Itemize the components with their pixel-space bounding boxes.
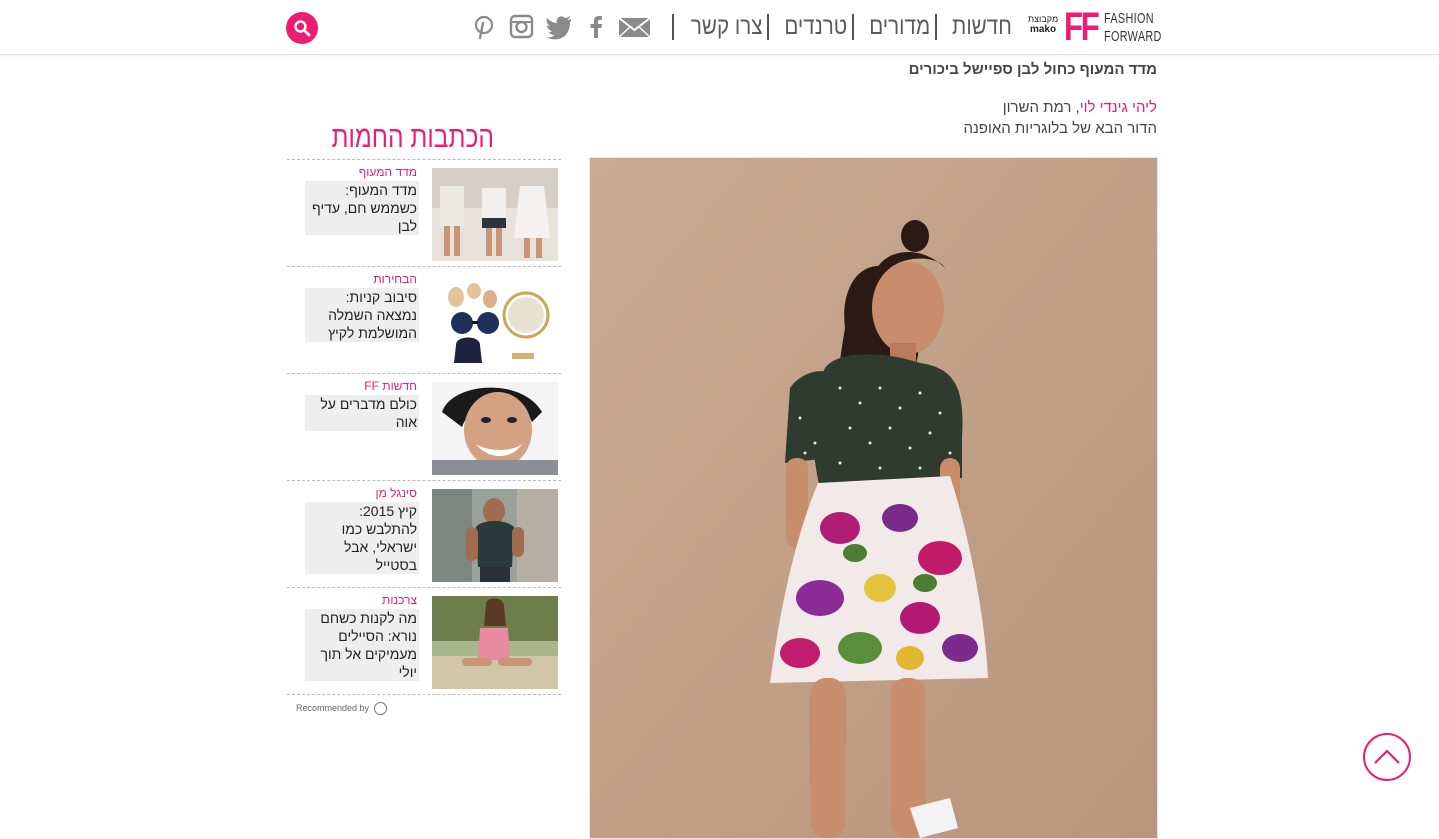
recommended-thumbnail[interactable] — [432, 168, 558, 261]
mako-group-label: מקבוצת — [1027, 14, 1059, 24]
recommended-category[interactable]: סינגל מן — [305, 485, 417, 501]
recommended-title[interactable]: קיץ 2015: להתלבש כמו ישראלי, אבל בסטייל — [305, 502, 419, 574]
hot-articles-title: הכתבות החמות — [331, 121, 494, 154]
back-to-top-button[interactable] — [1363, 733, 1411, 781]
recommended-category[interactable]: חדשות FF — [305, 378, 417, 394]
wordmark-line1: FASHION — [1104, 10, 1154, 27]
facebook-icon[interactable] — [589, 11, 603, 43]
nav-divider — [935, 14, 937, 40]
instagram-icon[interactable] — [509, 11, 535, 43]
nav-item-news[interactable]: חדשות — [952, 12, 1012, 42]
recommended-category[interactable]: צרכנות — [305, 592, 417, 608]
nav-divider — [767, 14, 769, 40]
recommended-thumbnail[interactable] — [432, 275, 558, 368]
wordmark-line2: FORWARD — [1104, 28, 1162, 45]
search-icon — [294, 20, 311, 37]
recommended-list: מדד המעוף מדד המעוף: כשממש חם, עדיף לבן … — [287, 159, 561, 695]
nav-item-columns[interactable]: מדורים — [869, 12, 930, 42]
twitter-icon[interactable] — [545, 11, 573, 43]
ff-logo[interactable]: FF — [1064, 6, 1100, 48]
mako-brand: mako — [1029, 24, 1057, 35]
nav-item-contact[interactable]: צרו קשר — [691, 12, 763, 42]
site-header: צרו קשר טרנדים מדורים חדשות מקבוצת mako … — [0, 0, 1439, 55]
outbrain-icon[interactable] — [374, 702, 387, 715]
recommended-thumbnail[interactable] — [432, 489, 558, 582]
search-button[interactable] — [286, 12, 318, 44]
recommended-title[interactable]: סיבוב קניות: נמצאה השמלה המושלמת לקיץ — [305, 288, 419, 342]
article-author: ליהי גינדי לוי, רמת השרון — [700, 98, 1157, 118]
recommended-category[interactable]: מדד המעוף — [305, 164, 417, 180]
author-description: הדור הבא של בלוגריות האופנה — [963, 120, 1157, 137]
nav-item-trends[interactable]: טרנדים — [784, 12, 847, 42]
author-location: , רמת השרון — [1002, 99, 1080, 116]
article-photo — [589, 157, 1158, 839]
fashion-forward-wordmark[interactable]: FASHION FORWARD — [1104, 10, 1162, 46]
recommended-by-label[interactable]: Recommended by — [296, 703, 369, 713]
pinterest-icon[interactable] — [473, 11, 495, 43]
nav-divider — [852, 14, 854, 40]
recommended-thumbnail[interactable] — [432, 596, 558, 689]
nav-divider — [672, 14, 674, 40]
author-name[interactable]: ליהי גינדי לוי — [1080, 99, 1157, 116]
recommended-title[interactable]: מדד המעוף: כשממש חם, עדיף לבן — [305, 181, 419, 235]
recommended-category[interactable]: הבחירות — [305, 271, 417, 287]
chevron-up-icon — [1374, 749, 1400, 764]
recommended-item[interactable]: סינגל מן קיץ 2015: להתלבש כמו ישראלי, אב… — [287, 480, 561, 587]
recommended-title[interactable]: כולם מדברים על אוה — [305, 395, 419, 431]
recommended-item[interactable]: מדד המעוף מדד המעוף: כשממש חם, עדיף לבן — [287, 159, 561, 266]
recommended-title[interactable]: מה לקנות כשחם נורא: הסיילים מעמיקים אל ת… — [305, 609, 419, 681]
article-title: מדד המעוף כחול לבן ספיישל ביכורים — [908, 61, 1157, 78]
recommended-item[interactable]: צרכנות מה לקנות כשחם נורא: הסיילים מעמיק… — [287, 587, 561, 695]
envelope-icon[interactable] — [618, 11, 651, 43]
recommended-thumbnail[interactable] — [432, 382, 558, 475]
mako-group-logo[interactable]: מקבוצת mako — [1026, 14, 1060, 42]
recommended-item[interactable]: חדשות FF כולם מדברים על אוה — [287, 373, 561, 480]
recommended-item[interactable]: הבחירות סיבוב קניות: נמצאה השמלה המושלמת… — [287, 266, 561, 373]
